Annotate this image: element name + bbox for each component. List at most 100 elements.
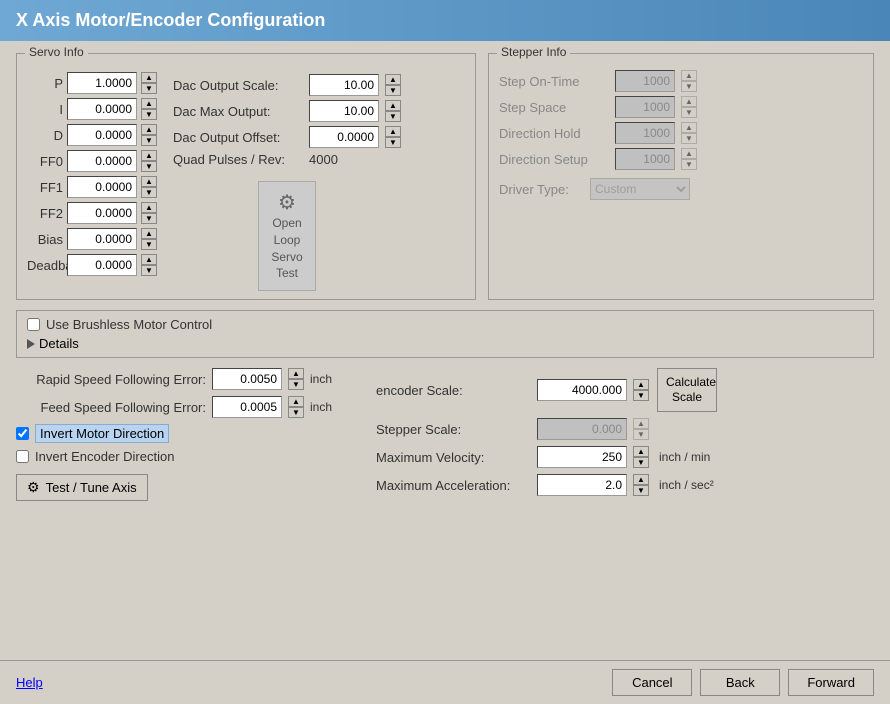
- middle-section: Use Brushless Motor Control Details: [16, 310, 874, 358]
- d-label: D: [27, 128, 63, 143]
- ff0-input[interactable]: [67, 150, 137, 172]
- invert-encoder-label[interactable]: Invert Encoder Direction: [35, 449, 174, 464]
- p-input[interactable]: [67, 72, 137, 94]
- test-tune-button[interactable]: ⚙ Test / Tune Axis: [16, 474, 148, 501]
- brushless-row: Use Brushless Motor Control: [27, 317, 863, 332]
- deadband-field-row: Deadband ▲ ▼: [27, 254, 157, 276]
- deadband-spin-down[interactable]: ▼: [141, 265, 157, 276]
- direction-hold-spinner: ▲ ▼: [681, 122, 697, 144]
- dac-output-scale-input[interactable]: [309, 74, 379, 96]
- gear-icon: ⚙: [27, 479, 40, 496]
- open-loop-servo-test-button[interactable]: ⚙ OpenLoopServoTest: [258, 181, 315, 291]
- ff1-input[interactable]: [67, 176, 137, 198]
- encoder-scale-spinner[interactable]: ▲ ▼: [633, 379, 649, 401]
- invert-motor-checkbox[interactable]: [16, 427, 29, 440]
- max-accel-spinner[interactable]: ▲ ▼: [633, 474, 649, 496]
- bias-spinner[interactable]: ▲ ▼: [141, 228, 157, 250]
- cancel-button[interactable]: Cancel: [612, 669, 692, 696]
- p-spin-down[interactable]: ▼: [141, 83, 157, 94]
- d-spin-down[interactable]: ▼: [141, 135, 157, 146]
- servo-info-label: Servo Info: [25, 45, 88, 59]
- bias-spin-up[interactable]: ▲: [141, 228, 157, 239]
- use-brushless-label[interactable]: Use Brushless Motor Control: [46, 317, 212, 332]
- ff1-spin-down[interactable]: ▼: [141, 187, 157, 198]
- direction-hold-label: Direction Hold: [499, 126, 609, 141]
- dac-output-scale-label: Dac Output Scale:: [173, 78, 303, 93]
- ff2-input[interactable]: [67, 202, 137, 224]
- max-velocity-unit: inch / min: [659, 450, 710, 464]
- ff1-spin-up[interactable]: ▲: [141, 176, 157, 187]
- d-input[interactable]: [67, 124, 137, 146]
- open-loop-label: OpenLoopServoTest: [271, 215, 302, 282]
- ff2-spinner[interactable]: ▲ ▼: [141, 202, 157, 224]
- back-button[interactable]: Back: [700, 669, 780, 696]
- dac-output-offset-row: Dac Output Offset: ▲ ▼: [173, 126, 401, 148]
- dac-max-output-input[interactable]: [309, 100, 379, 122]
- i-field-row: I ▲ ▼: [27, 98, 157, 120]
- step-space-spinner: ▲ ▼: [681, 96, 697, 118]
- bias-input[interactable]: [67, 228, 137, 250]
- stepper-scale-input: [537, 418, 627, 440]
- forward-button[interactable]: Forward: [788, 669, 874, 696]
- bias-label: Bias: [27, 232, 63, 247]
- max-velocity-spinner[interactable]: ▲ ▼: [633, 446, 649, 468]
- ff2-spin-up[interactable]: ▲: [141, 202, 157, 213]
- left-controls: Rapid Speed Following Error: ▲ ▼ inch Fe…: [16, 368, 356, 501]
- ff0-spinner[interactable]: ▲ ▼: [141, 150, 157, 172]
- bias-spin-down[interactable]: ▼: [141, 239, 157, 250]
- p-spin-up[interactable]: ▲: [141, 72, 157, 83]
- footer-right: Cancel Back Forward: [612, 669, 874, 696]
- invert-encoder-checkbox[interactable]: [16, 450, 29, 463]
- quad-pulses-row: Quad Pulses / Rev: 4000: [173, 152, 401, 167]
- max-accel-label: Maximum Acceleration:: [376, 478, 531, 493]
- help-button[interactable]: Help: [16, 675, 43, 690]
- ff1-label: FF1: [27, 180, 63, 195]
- deadband-spin-up[interactable]: ▲: [141, 254, 157, 265]
- i-spinner[interactable]: ▲ ▼: [141, 98, 157, 120]
- ff2-label: FF2: [27, 206, 63, 221]
- ff0-spin-down[interactable]: ▼: [141, 161, 157, 172]
- deadband-label: Deadband: [27, 258, 63, 273]
- direction-setup-row: Direction Setup ▲ ▼: [499, 148, 863, 170]
- deadband-spinner[interactable]: ▲ ▼: [141, 254, 157, 276]
- step-on-time-input: [615, 70, 675, 92]
- dac-max-output-spinner[interactable]: ▲ ▼: [385, 100, 401, 122]
- dac-max-output-row: Dac Max Output: ▲ ▼: [173, 100, 401, 122]
- use-brushless-checkbox[interactable]: [27, 318, 40, 331]
- dac-output-offset-spinner[interactable]: ▲ ▼: [385, 126, 401, 148]
- driver-type-row: Driver Type: Custom Standard Gecko: [499, 178, 863, 200]
- ff0-spin-up[interactable]: ▲: [141, 150, 157, 161]
- max-velocity-label: Maximum Velocity:: [376, 450, 531, 465]
- d-spinner[interactable]: ▲ ▼: [141, 124, 157, 146]
- i-input[interactable]: [67, 98, 137, 120]
- quad-pulses-value: 4000: [309, 152, 338, 167]
- invert-motor-label[interactable]: Invert Motor Direction: [35, 424, 169, 443]
- rapid-speed-label: Rapid Speed Following Error:: [16, 372, 206, 387]
- ff2-spin-down[interactable]: ▼: [141, 213, 157, 224]
- dac-max-output-label: Dac Max Output:: [173, 104, 303, 119]
- i-spin-down[interactable]: ▼: [141, 109, 157, 120]
- feed-speed-spinner[interactable]: ▲ ▼: [288, 396, 304, 418]
- dac-fields: Dac Output Scale: ▲ ▼ Dac Max Output:: [173, 74, 401, 167]
- dac-output-scale-spinner[interactable]: ▲ ▼: [385, 74, 401, 96]
- direction-hold-input: [615, 122, 675, 144]
- max-velocity-input[interactable]: [537, 446, 627, 468]
- rapid-speed-spinner[interactable]: ▲ ▼: [288, 368, 304, 390]
- direction-hold-row: Direction Hold ▲ ▼: [499, 122, 863, 144]
- ff0-field-row: FF0 ▲ ▼: [27, 150, 157, 172]
- i-spin-up[interactable]: ▲: [141, 98, 157, 109]
- footer-left: Help: [16, 675, 612, 690]
- feed-speed-input[interactable]: [212, 396, 282, 418]
- details-row[interactable]: Details: [27, 336, 863, 351]
- dac-output-offset-input[interactable]: [309, 126, 379, 148]
- calculate-scale-button[interactable]: CalculateScale: [657, 368, 717, 412]
- max-accel-input[interactable]: [537, 474, 627, 496]
- ff1-spinner[interactable]: ▲ ▼: [141, 176, 157, 198]
- driver-type-select: Custom Standard Gecko: [590, 178, 690, 200]
- rapid-speed-input[interactable]: [212, 368, 282, 390]
- d-spin-up[interactable]: ▲: [141, 124, 157, 135]
- step-space-input: [615, 96, 675, 118]
- deadband-input[interactable]: [67, 254, 137, 276]
- p-spinner[interactable]: ▲ ▼: [141, 72, 157, 94]
- encoder-scale-input[interactable]: [537, 379, 627, 401]
